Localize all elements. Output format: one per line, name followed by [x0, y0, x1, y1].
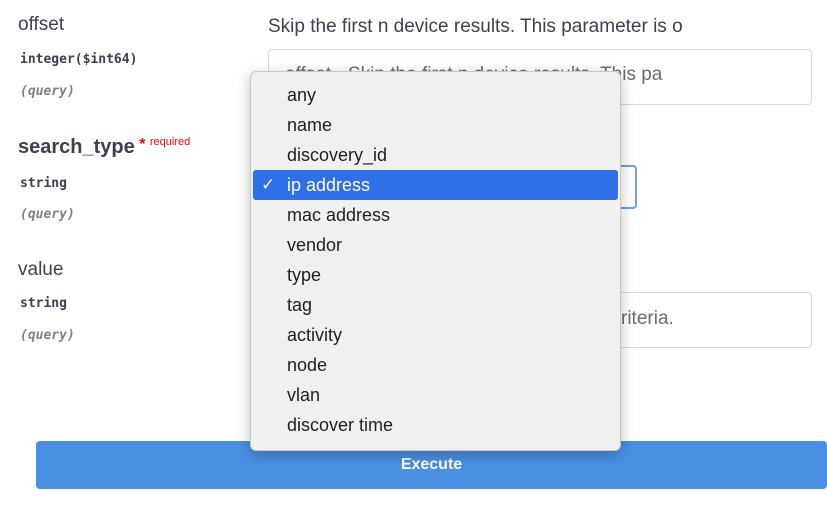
dropdown-option-label: any: [287, 85, 317, 105]
dropdown-option[interactable]: mac address: [253, 200, 618, 230]
dropdown-option-label: discover time: [287, 415, 394, 435]
dropdown-option[interactable]: ✓ ip address: [253, 170, 618, 200]
dropdown-option[interactable]: vlan: [253, 380, 618, 410]
dropdown-option-label: activity: [287, 325, 343, 345]
dropdown-option-label: name: [287, 115, 333, 135]
search-type-dropdown-menu: any name discovery_id ✓ ip address mac addres…: [250, 71, 621, 451]
required-star: *: [139, 136, 146, 153]
param-name-search-type: search_type: [18, 136, 135, 158]
param-name-value: value: [18, 259, 64, 280]
param-type-offset: integer($int64): [20, 52, 138, 67]
param-in-value: (query): [20, 328, 75, 343]
param-type-value: string: [20, 296, 67, 311]
dropdown-option-label: vlan: [287, 385, 321, 405]
value-input[interactable]: riteria.: [596, 292, 812, 348]
param-in-offset: (query): [20, 84, 75, 99]
param-name-row-search-type: search_type * required: [18, 136, 190, 159]
param-in-search-type: (query): [20, 207, 75, 222]
dropdown-option-label: type: [287, 265, 322, 285]
dropdown-option[interactable]: name: [253, 110, 618, 140]
dropdown-option-label: ip address: [287, 175, 371, 195]
dropdown-option[interactable]: any: [253, 80, 618, 110]
dropdown-option[interactable]: tag: [253, 290, 618, 320]
dropdown-option[interactable]: node: [253, 350, 618, 380]
execute-label: Execute: [400, 456, 463, 473]
dropdown-option[interactable]: activity: [253, 320, 618, 350]
required-label: required: [149, 136, 191, 148]
param-description-offset: Skip the first n device results. This pa…: [268, 16, 683, 37]
value-input-placeholder: riteria.: [621, 308, 674, 329]
dropdown-option[interactable]: discover time: [253, 410, 618, 440]
dropdown-option-label: mac address: [287, 205, 391, 225]
dropdown-option-label: vendor: [287, 235, 343, 255]
checkmark-icon: ✓: [261, 175, 276, 194]
dropdown-option-label: discovery_id: [287, 145, 388, 165]
param-name-offset: offset: [18, 14, 65, 35]
param-type-search-type: string: [20, 176, 67, 191]
dropdown-option-label: tag: [287, 295, 313, 315]
dropdown-option[interactable]: discovery_id: [253, 140, 618, 170]
dropdown-option[interactable]: vendor: [253, 230, 618, 260]
dropdown-option[interactable]: type: [253, 260, 618, 290]
dropdown-option-label: node: [287, 355, 328, 375]
